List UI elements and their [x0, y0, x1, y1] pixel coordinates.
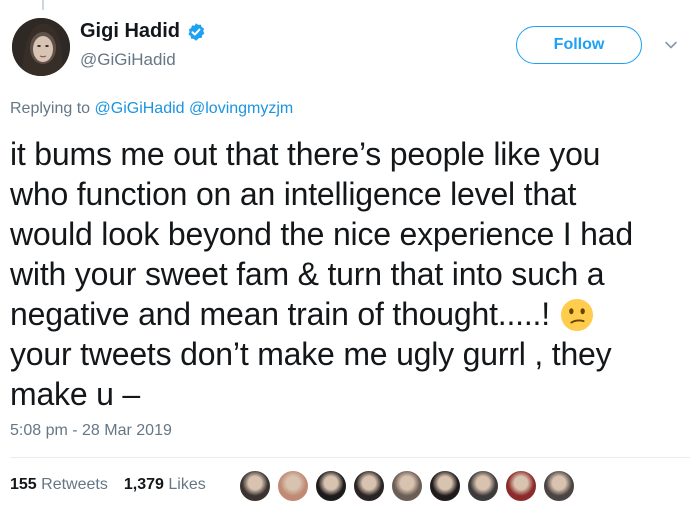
user-display-name[interactable]: Gigi Hadid: [80, 20, 180, 43]
likes-label: Likes: [168, 476, 206, 493]
retweets-count: 155: [10, 476, 37, 493]
liker-avatar[interactable]: [238, 469, 272, 503]
retweets-stat[interactable]: 155 Retweets: [10, 476, 108, 494]
avatar[interactable]: [12, 18, 70, 76]
liker-avatar[interactable]: [428, 469, 462, 503]
likes-count: 1,379: [123, 476, 164, 493]
tweet-text: it bums me out that there’s people like …: [10, 134, 690, 414]
tweet-text-line: make u –: [10, 376, 141, 412]
chevron-down-icon[interactable]: [664, 38, 678, 52]
liker-avatars: [238, 469, 580, 503]
user-name-row: Gigi Hadid: [80, 20, 206, 43]
replying-to: Replying to @GiGiHadid @lovingmyzjm: [10, 100, 293, 118]
liker-avatar[interactable]: [504, 469, 538, 503]
tweet-stats: 155 Retweets 1,379 Likes: [10, 476, 206, 494]
divider: [10, 457, 690, 458]
tweet-text-line: would look beyond the nice experience I …: [10, 216, 633, 252]
avatar-image: [12, 18, 70, 76]
confused-face-emoji-icon: [560, 298, 593, 332]
liker-avatar[interactable]: [276, 469, 310, 503]
verified-badge-icon: [188, 22, 205, 41]
liker-avatar[interactable]: [390, 469, 424, 503]
liker-avatar[interactable]: [542, 469, 576, 503]
liker-avatar[interactable]: [466, 469, 500, 503]
tweet-text-line: who function on an intelligence level th…: [10, 176, 577, 212]
follow-button[interactable]: Follow: [516, 26, 642, 64]
liker-avatar[interactable]: [314, 469, 348, 503]
tweet-timestamp[interactable]: 5:08 pm - 28 Mar 2019: [10, 422, 172, 440]
tweet-text-line: your tweets don’t make me ugly gurrl , t…: [10, 336, 612, 372]
user-handle[interactable]: @GiGiHadid: [80, 50, 176, 70]
replying-to-label: Replying to: [10, 100, 91, 117]
tweet-text-line-with-emoji: negative and mean train of thought.....!: [10, 294, 690, 334]
tweet-text-line: with your sweet fam & turn that into suc…: [10, 256, 605, 292]
reply-mention-link[interactable]: @lovingmyzjm: [189, 100, 293, 117]
thread-connector-line: [42, 0, 44, 10]
tweet-text-line: it bums me out that there’s people like …: [10, 136, 601, 172]
liker-avatar[interactable]: [352, 469, 386, 503]
tweet-text-segment: negative and mean train of thought.....!: [10, 296, 550, 332]
retweets-label: Retweets: [41, 476, 108, 493]
likes-stat[interactable]: 1,379 Likes: [124, 476, 206, 494]
reply-mention-link[interactable]: @GiGiHadid: [95, 100, 185, 117]
